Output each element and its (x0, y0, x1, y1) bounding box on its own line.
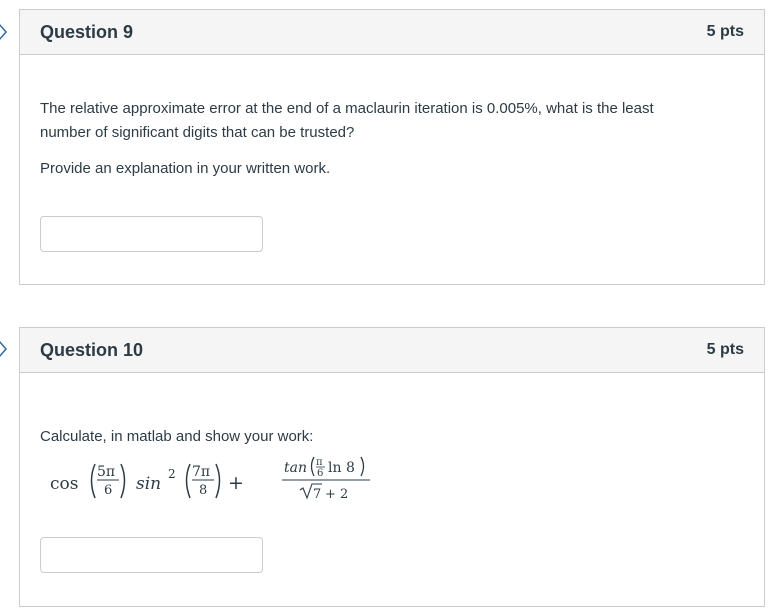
question-9-marker-icon (0, 22, 8, 42)
formula-paren-close-2 (215, 463, 221, 499)
question-9-title: Question 9 (40, 21, 134, 42)
formula-sin: sin (136, 474, 161, 494)
question-10-marker-icon (0, 339, 8, 359)
formula-tan-paren-open (310, 456, 315, 477)
question-9-instruction: Provide an explanation in your written w… (40, 160, 331, 177)
question-9-card: Question 9 5 pts The relative approximat… (19, 9, 765, 285)
formula-frac2-num: 7π (192, 464, 210, 480)
formula-denominator-rest: + 2 (325, 487, 348, 502)
formula-svg: cos 5π 6 sin 2 7π 8 + tan π 6 ln 8 7 + 2 (50, 456, 370, 502)
formula-sin-exponent: 2 (168, 467, 176, 481)
question-10-header: Question 10 5 pts (20, 328, 764, 373)
formula-frac1-num: 5π (97, 464, 115, 480)
question-10-answer-input[interactable] (40, 537, 263, 573)
formula-ln8: ln 8 (328, 460, 355, 476)
formula-paren-close-1 (120, 463, 126, 499)
question-9-text-line1: The relative approximate error at the en… (40, 100, 654, 117)
formula-frac2-den: 8 (199, 483, 207, 498)
formula-tan-pi: π (316, 457, 323, 468)
formula-sqrt-arg: 7 (313, 487, 321, 502)
formula-tan-paren-close (360, 456, 365, 477)
question-10-title: Question 10 (40, 339, 144, 360)
question-10-text: Calculate, in matlab and show your work: (40, 428, 314, 445)
question-9-header: Question 9 5 pts (20, 10, 764, 55)
formula-paren-open-2 (185, 463, 191, 499)
question-9-text: The relative approximate error at the en… (40, 97, 744, 145)
question-9-text-line2: number of significant digits that can be… (40, 124, 355, 141)
question-10-card: Question 10 5 pts Calculate, in matlab a… (19, 327, 765, 607)
formula-cos: cos (50, 474, 78, 494)
formula-paren-open-1 (90, 463, 96, 499)
formula-frac1-den: 6 (104, 483, 112, 498)
question-9-body: The relative approximate error at the en… (20, 97, 764, 181)
formula-tan: tan (284, 460, 307, 476)
question-10-points: 5 pts (706, 341, 744, 358)
question-10-body: Calculate, in matlab and show your work: (20, 425, 764, 449)
question-9-points: 5 pts (706, 23, 744, 40)
question-9-answer-input[interactable] (40, 216, 263, 252)
question-10-formula: cos 5π 6 sin 2 7π 8 + tan π 6 ln 8 7 + 2 (50, 456, 410, 518)
formula-plus: + (228, 472, 244, 494)
formula-tan-six: 6 (317, 468, 323, 479)
